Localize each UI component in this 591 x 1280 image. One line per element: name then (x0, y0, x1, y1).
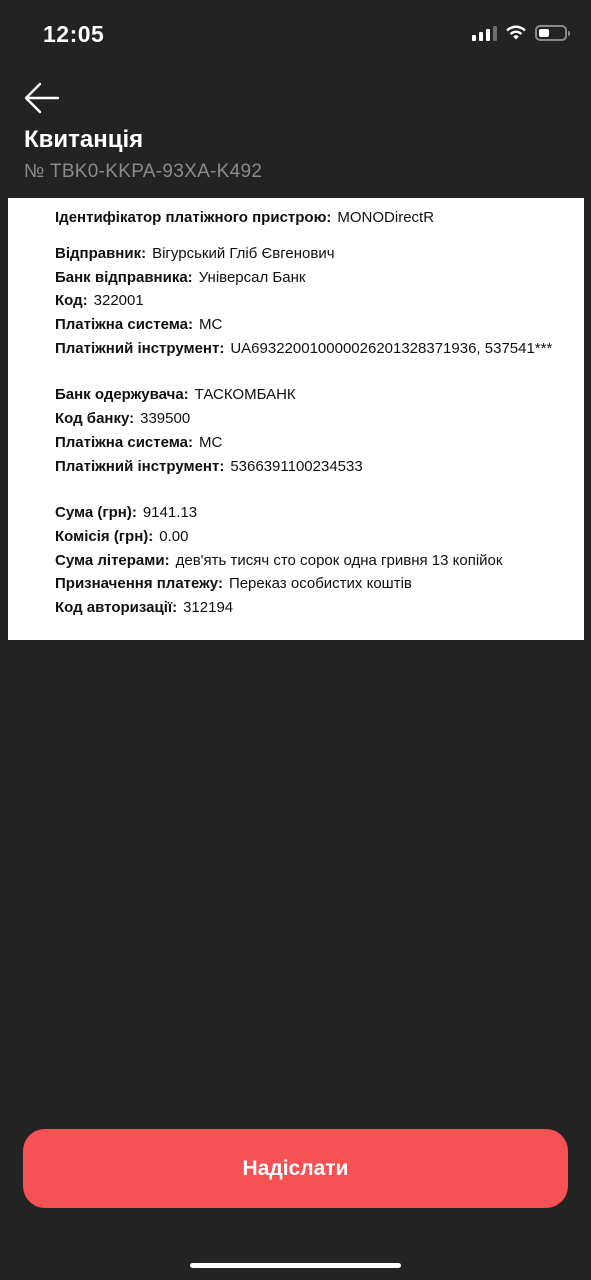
receipt-row-sender-bank: Банк відправника: Універсал Банк (55, 268, 305, 288)
receipt-value: UA693220010000026201328371936, 537541*** (230, 340, 553, 357)
receipt-row-sum-words: Сума літерами: дев'ять тисяч сто сорок од… (55, 551, 502, 571)
receipt-row-fee: Комісія (грн): 0.00 (55, 527, 188, 547)
signal-icon (472, 24, 497, 41)
receipt-value: ТАСКОМБАНК (194, 386, 296, 403)
home-indicator (190, 1263, 401, 1268)
receipt-row-sender-system: Платіжна система: MC (55, 315, 222, 335)
receipt-value: Вігурський Гліб Євгенович (152, 245, 335, 262)
receipt-row-recipient-instrument: Платіжний інструмент: 5366391100234533 (55, 457, 363, 477)
receipt-row-purpose: Призначення платежу: Переказ особистих ко… (55, 574, 412, 594)
receipt-row-recipient-bank: Банк одержувача: ТАСКОМБАНК (55, 385, 296, 405)
receipt-value: MONODirectR (337, 209, 435, 226)
receipt-row-sender: Відправник: Вігурський Гліб Євгенович (55, 244, 335, 264)
receipt-value: 312194 (183, 599, 234, 616)
receipt-label: Платіжна система: (55, 316, 194, 333)
receipt-label: Ідентифікатор платіжного пристрою: (55, 209, 332, 226)
receipt-label: Банк відправника: (55, 269, 193, 286)
receipt-label: Платіжний інструмент: (55, 340, 225, 357)
receipt-row-device: Ідентифікатор платіжного пристрою: MONODi… (55, 208, 434, 228)
receipt-row-sender-code: Код: 322001 (55, 291, 144, 311)
receipt-value: MC (199, 316, 223, 333)
receipt-value: 9141.13 (142, 504, 198, 521)
receipt-value: MC (199, 434, 223, 451)
receipt-value: 339500 (140, 410, 191, 427)
receipt-label: Платіжний інструмент: (55, 458, 225, 475)
receipt-label: Код банку: (55, 410, 135, 427)
receipt-value: 0.00 (159, 528, 189, 545)
battery-icon (535, 24, 570, 41)
receipt-label: Сума (грн): (55, 504, 137, 521)
status-icons (472, 24, 570, 41)
receipt-value: Універсал Банк (198, 269, 306, 286)
receipt-row-sender-instrument: Платіжний інструмент: UA69322001000002620… (55, 339, 552, 359)
send-button[interactable]: Надіслати (23, 1129, 568, 1208)
receipt-label: Код: (55, 292, 88, 309)
receipt-row-auth-code: Код авторизації: 312194 (55, 598, 233, 618)
arrow-left-icon (24, 82, 60, 114)
receipt-number: № TBK0-KKPA-93XA-K492 (24, 161, 263, 182)
receipt-label: Комісія (грн): (55, 528, 154, 545)
back-button[interactable] (20, 78, 64, 118)
receipt-value: 322001 (93, 292, 144, 309)
receipt-label: Сума літерами: (55, 552, 170, 569)
receipt-value: 5366391100234533 (230, 458, 363, 475)
receipt-card: Ідентифікатор платіжного пристрою: MONODi… (8, 198, 584, 640)
page-title: Квитанція (24, 126, 144, 153)
receipt-value: Переказ особистих коштів (228, 575, 412, 592)
receipt-label: Відправник: (55, 245, 147, 262)
receipt-label: Банк одержувача: (55, 386, 189, 403)
receipt-row-recipient-code: Код банку: 339500 (55, 409, 190, 429)
receipt-value: дев'ять тисяч сто сорок одна гривня 13 к… (175, 552, 503, 569)
status-bar: 12:05 (0, 0, 591, 70)
wifi-icon (506, 25, 526, 40)
receipt-label: Призначення платежу: (55, 575, 223, 592)
status-time: 12:05 (43, 21, 105, 47)
receipt-label: Код авторизації: (55, 599, 178, 616)
receipt-row-recipient-system: Платіжна система: MC (55, 433, 222, 453)
receipt-row-sum: Сума (грн): 9141.13 (55, 503, 197, 523)
receipt-label: Платіжна система: (55, 434, 194, 451)
